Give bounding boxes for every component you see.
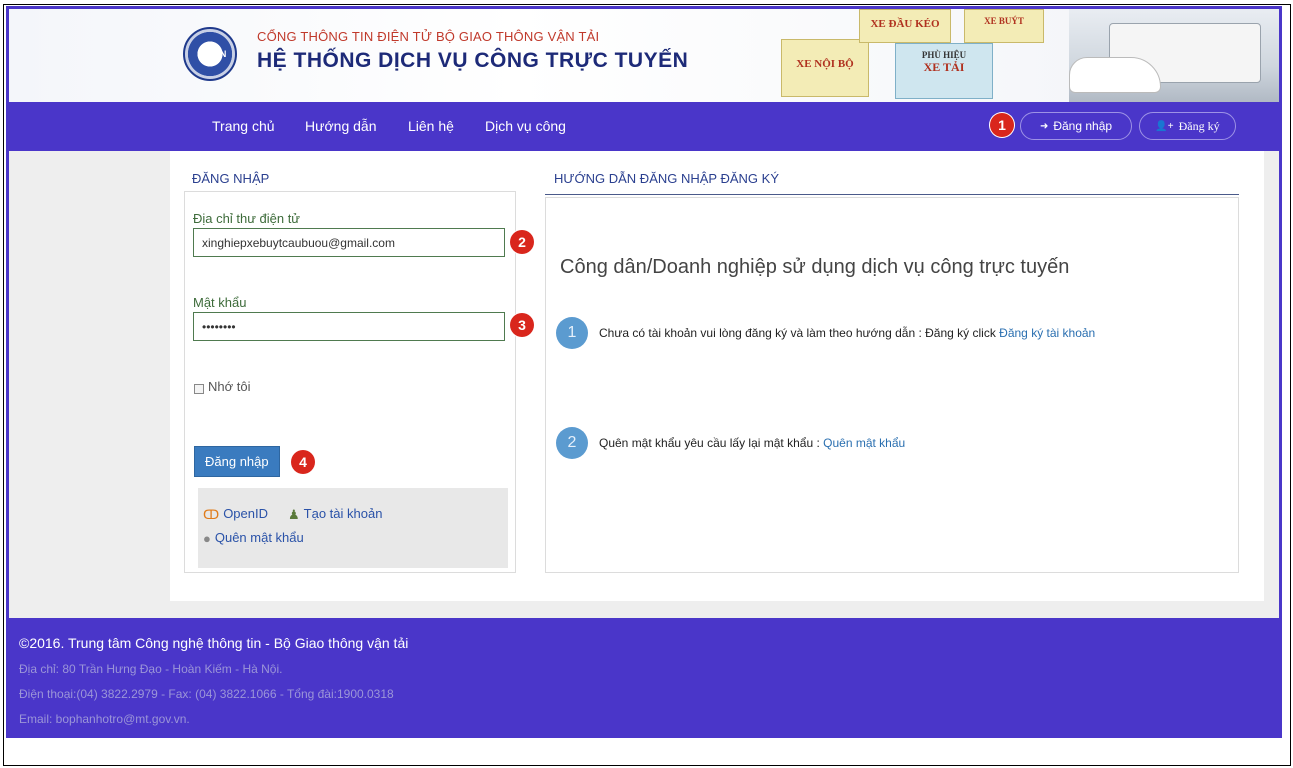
annotation-marker-3: 3	[510, 313, 534, 337]
banner-card-xe-tai: PHÙ HIỆU XE TẢI	[895, 43, 993, 99]
truck-bus-photo	[1069, 9, 1279, 105]
forgot-password-link[interactable]: ● Quên mật khẩu	[203, 530, 304, 546]
speech-bubble-icon: ●	[203, 531, 211, 547]
nav-public-services[interactable]: Dịch vụ công	[485, 118, 566, 134]
email-label: Địa chỉ thư điện tử	[193, 211, 301, 226]
site-title: HỆ THỐNG DỊCH VỤ CÔNG TRỰC TUYẾN	[257, 49, 689, 72]
sign-in-icon: ➜	[1039, 120, 1049, 132]
login-options-box: ↀ OpenID ♟ Tạo tài khoản ● Quên mật khẩu	[198, 488, 508, 568]
login-submit-button[interactable]: Đăng nhập	[194, 446, 280, 477]
email-field[interactable]	[193, 228, 505, 257]
password-label: Mật khẩu	[193, 295, 247, 310]
step-1-circle: 1	[556, 317, 588, 349]
forgot-password-guide-link[interactable]: Quên mật khẩu	[823, 436, 905, 450]
portal-subtitle: CỔNG THÔNG TIN ĐIỆN TỬ BỘ GIAO THÔNG VẬN…	[257, 29, 600, 44]
annotation-marker-4: 4	[291, 450, 315, 474]
nav-contact[interactable]: Liên hệ	[408, 118, 454, 134]
login-panel: Địa chỉ thư điện tử 2 Mật khẩu 3 Nhớ tôi…	[184, 191, 534, 573]
openid-link[interactable]: ↀ OpenID	[203, 506, 268, 523]
footer-copyright: ©2016. Trung tâm Công nghệ thông tin - B…	[19, 635, 409, 651]
footer-email: Email: bophanhotro@mt.gov.vn.	[19, 712, 190, 726]
step-2-text: Quên mật khẩu yêu cầu lấy lại mật khẩu :…	[599, 436, 906, 450]
site-header: DRVN CỔNG THÔNG TIN ĐIỆN TỬ BỘ GIAO THÔN…	[9, 6, 1279, 105]
password-field[interactable]	[193, 312, 505, 341]
drvn-logo[interactable]: DRVN	[183, 27, 237, 81]
browser-viewport: DRVN CỔNG THÔNG TIN ĐIỆN TỬ BỘ GIAO THÔN…	[6, 6, 1282, 738]
remember-me-checkbox[interactable]	[194, 384, 204, 394]
footer-address: Địa chỉ: 80 Trần Hưng Đạo - Hoàn Kiếm - …	[19, 662, 283, 676]
nav-guide[interactable]: Hướng dẫn	[305, 118, 376, 134]
login-nav-button[interactable]: ➜ Đăng nhập	[1020, 112, 1132, 140]
register-account-link[interactable]: Đăng ký tài khoản	[999, 326, 1095, 340]
guide-panel-title: HƯỚNG DẪN ĐĂNG NHẬP ĐĂNG KÝ	[554, 171, 779, 186]
remember-me-label: Nhớ tôi	[208, 379, 251, 394]
user-group-icon: ♟	[288, 506, 300, 522]
annotation-marker-2: 2	[510, 230, 534, 254]
register-nav-button[interactable]: 👤+ Đăng ký	[1139, 112, 1236, 140]
step-1-text: Chưa có tài khoản vui lòng đăng ký và là…	[599, 326, 1096, 340]
register-nav-label: Đăng ký	[1178, 118, 1220, 133]
banner-card-xe-noi-bo: XE NỘI BỘ	[781, 39, 869, 97]
nav-home[interactable]: Trang chủ	[212, 118, 275, 134]
annotation-marker-1: 1	[990, 113, 1014, 137]
footer-phone: Điện thoại:(04) 3822.2979 - Fax: (04) 38…	[19, 687, 394, 701]
user-plus-icon: 👤+	[1155, 120, 1174, 132]
guide-title-divider	[545, 194, 1239, 195]
site-footer: ©2016. Trung tâm Công nghệ thông tin - B…	[9, 618, 1279, 738]
logo-text: DRVN	[201, 49, 227, 59]
banner-card-xe-buyt: XE BUÝT	[964, 9, 1044, 43]
main-navbar: Trang chủ Hướng dẫn Liên hệ Dịch vụ công…	[9, 102, 1279, 151]
login-nav-label: Đăng nhập	[1053, 119, 1113, 133]
banner-card-xe-dau-keo: XE ĐẦU KÉO	[859, 9, 951, 43]
create-account-link[interactable]: ♟ Tạo tài khoản	[288, 506, 382, 523]
main-content: ĐĂNG NHẬP Địa chỉ thư điện tử 2 Mật khẩu…	[170, 151, 1264, 601]
openid-icon: ↀ	[203, 506, 220, 522]
step-2-circle: 2	[556, 427, 588, 459]
guide-heading: Công dân/Doanh nghiệp sử dụng dịch vụ cô…	[560, 256, 1070, 278]
guide-panel: Công dân/Doanh nghiệp sử dụng dịch vụ cô…	[545, 197, 1239, 573]
login-panel-title: ĐĂNG NHẬP	[192, 171, 270, 186]
